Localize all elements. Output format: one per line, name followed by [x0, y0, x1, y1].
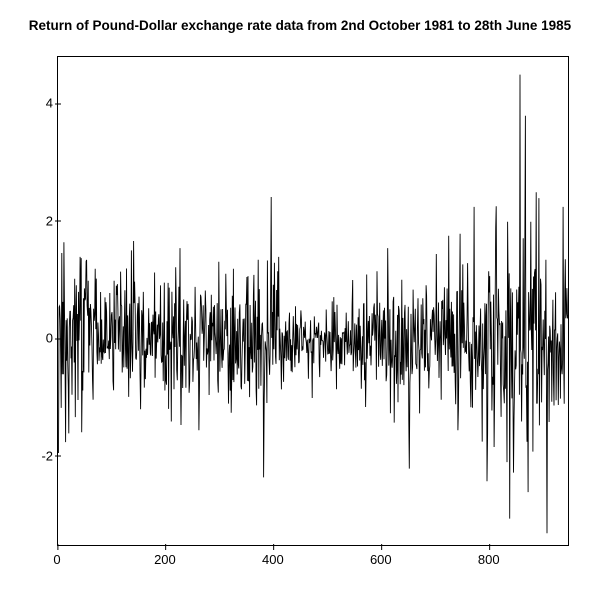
y-tick-label: 2 [23, 213, 53, 228]
plot-area [57, 56, 569, 546]
line-series [58, 57, 568, 545]
x-tick-label: 400 [262, 552, 284, 567]
y-tick-label: -2 [23, 448, 53, 463]
x-tick-label: 0 [53, 552, 60, 567]
x-tick-label: 200 [154, 552, 176, 567]
x-tick-label: 600 [370, 552, 392, 567]
chart-title: Return of Pound-Dollar exchange rate dat… [0, 18, 600, 33]
y-tick-label: 0 [23, 331, 53, 346]
chart-container: Return of Pound-Dollar exchange rate dat… [0, 0, 600, 600]
y-tick-label: 4 [23, 96, 53, 111]
x-tick-label: 800 [478, 552, 500, 567]
